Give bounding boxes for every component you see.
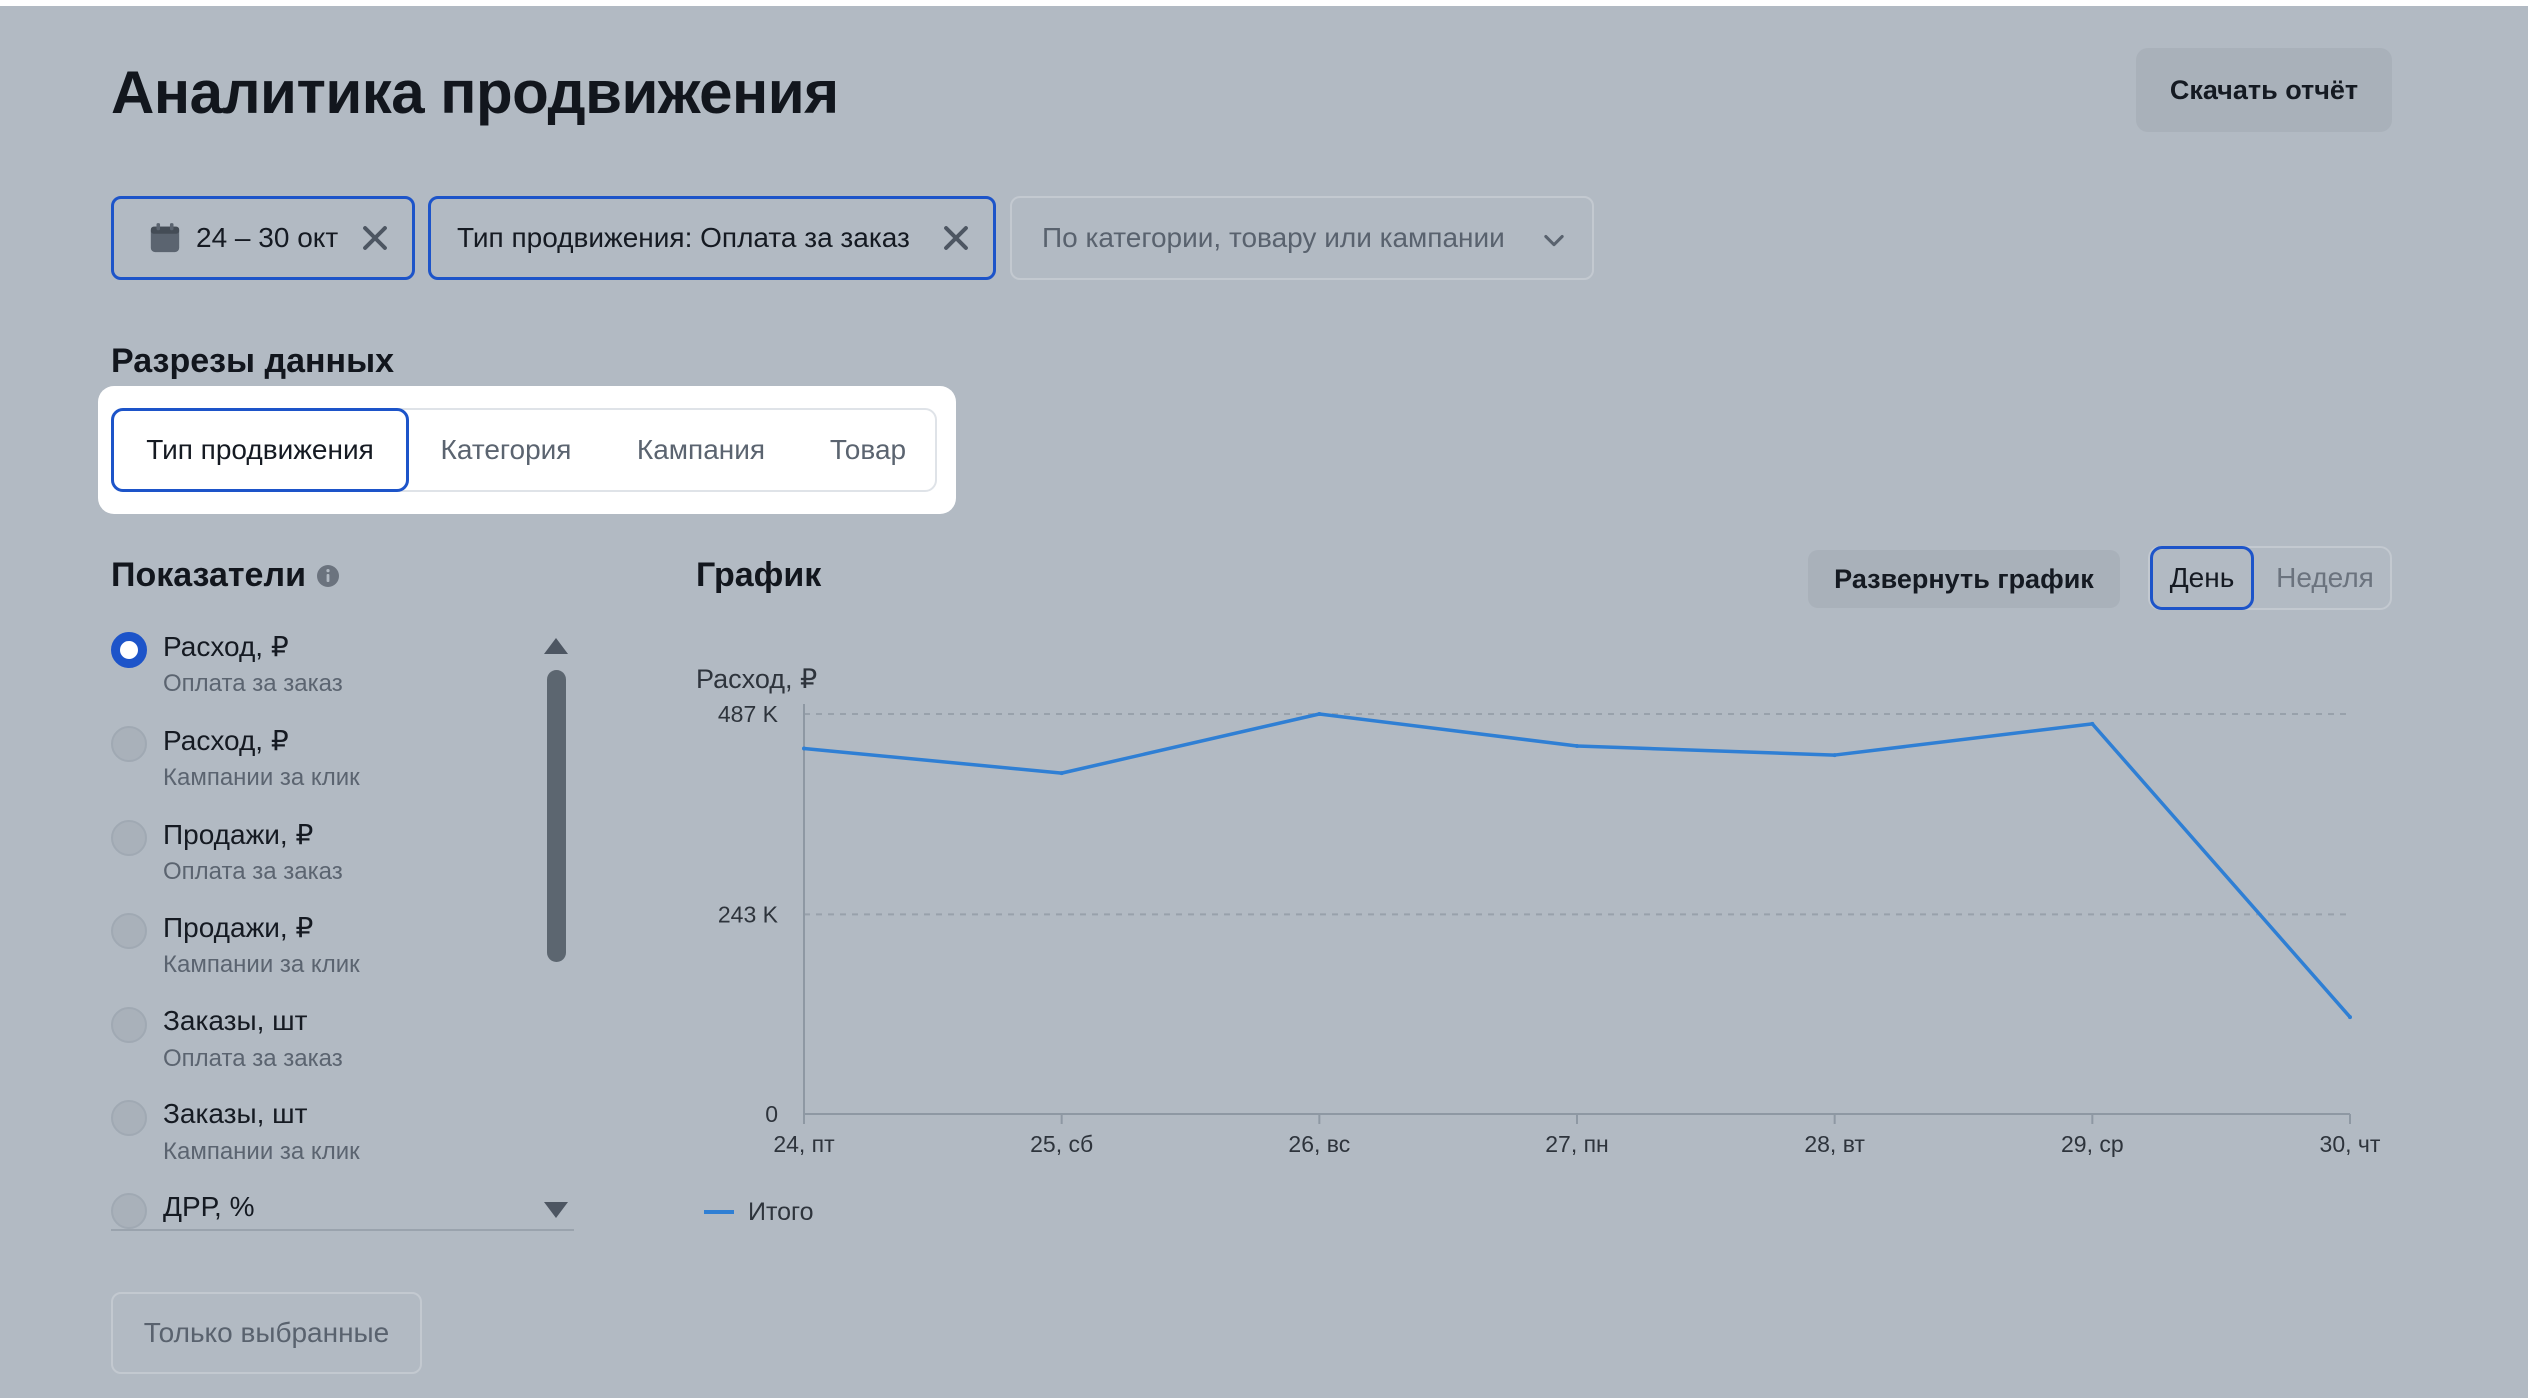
- period-toggle: День Неделя: [2148, 546, 2392, 610]
- radio-button[interactable]: [111, 1100, 147, 1136]
- radio-button[interactable]: [111, 726, 147, 762]
- calendar-icon: [150, 223, 180, 253]
- metric-name: Продажи, ₽: [163, 912, 314, 943]
- chart-title: График: [696, 556, 822, 594]
- radio-button[interactable]: [111, 632, 147, 668]
- y-axis-title: Расход, ₽: [696, 664, 817, 694]
- page-title: Аналитика продвижения: [111, 59, 839, 126]
- promotion-type-filter-label: Тип продвижения: Оплата за заказ: [457, 222, 910, 253]
- metric-name: Расход, ₽: [163, 631, 289, 662]
- expand-chart-button[interactable]: Развернуть график: [1808, 550, 2120, 608]
- x-tick-label: 27, пн: [1545, 1131, 1609, 1157]
- scroll-down-arrow-icon[interactable]: [542, 1200, 570, 1220]
- y-tick-label: 0: [765, 1101, 778, 1127]
- date-filter-label: 24 – 30 окт: [196, 222, 339, 253]
- x-tick-label: 24, пт: [773, 1131, 835, 1157]
- info-icon[interactable]: [316, 564, 340, 588]
- date-filter-chip[interactable]: 24 – 30 окт: [111, 196, 415, 280]
- top-edge: [0, 0, 2528, 6]
- x-tick-label: 28, вт: [1804, 1131, 1865, 1157]
- metric-name: ДРР, %: [163, 1191, 255, 1222]
- metrics-title-label: Показатели: [111, 556, 306, 594]
- data-slices-tabs: Тип продвижения Категория Кампания Товар: [111, 408, 937, 492]
- close-icon[interactable]: [358, 221, 392, 255]
- metric-name: Заказы, шт: [163, 1098, 308, 1129]
- metric-name: Расход, ₽: [163, 725, 289, 756]
- tab-product[interactable]: Товар: [799, 410, 937, 490]
- y-tick-label: 487 K: [718, 701, 779, 727]
- metric-subtitle: Оплата за заказ: [163, 1045, 343, 1072]
- select-placeholder: По категории, товару или кампании: [1042, 222, 1505, 253]
- data-slices-title: Разрезы данных: [111, 342, 395, 380]
- data-point: [1059, 771, 1064, 776]
- metric-subtitle: Оплата за заказ: [163, 858, 343, 885]
- radio-button[interactable]: [111, 820, 147, 856]
- data-point: [1317, 712, 1322, 716]
- chevron-down-icon: [1544, 234, 1564, 247]
- data-slices-tabs-panel: Тип продвижения Категория Кампания Товар: [98, 386, 956, 514]
- metric-subtitle: Кампании за клик: [163, 764, 360, 791]
- x-tick-label: 29, ср: [2061, 1131, 2124, 1157]
- data-point: [1832, 753, 1837, 758]
- download-report-button[interactable]: Скачать отчёт: [2136, 48, 2392, 132]
- series-line: [803, 712, 2352, 1019]
- x-tick-label: 30, чт: [2320, 1131, 2381, 1157]
- metric-subtitle: Кампании за клик: [163, 951, 360, 978]
- metrics-list-bottom-border: [111, 1229, 574, 1231]
- period-week-option[interactable]: Неделя: [2260, 548, 2390, 608]
- data-point: [2090, 721, 2095, 726]
- data-point: [1575, 744, 1579, 749]
- close-icon[interactable]: [939, 221, 973, 255]
- period-day-option[interactable]: День: [2150, 546, 2254, 610]
- tab-category[interactable]: Категория: [409, 410, 603, 490]
- data-point: [2348, 1015, 2352, 1020]
- metric-name: Заказы, шт: [163, 1005, 308, 1036]
- metrics-title: Показатели: [111, 556, 340, 595]
- scroll-up-arrow-icon[interactable]: [542, 636, 570, 656]
- radio-button[interactable]: [111, 1193, 147, 1229]
- metric-subtitle: Кампании за клик: [163, 1138, 360, 1165]
- category-product-campaign-select[interactable]: По категории, товару или кампании: [1010, 196, 1594, 280]
- x-tick-label: 25, сб: [1030, 1131, 1093, 1157]
- metric-name: Продажи, ₽: [163, 819, 314, 850]
- tab-promotion-type[interactable]: Тип продвижения: [111, 408, 409, 492]
- x-tick-label: 26, вс: [1288, 1131, 1350, 1157]
- promotion-type-filter-chip[interactable]: Тип продвижения: Оплата за заказ: [428, 196, 996, 280]
- radio-button[interactable]: [111, 1007, 147, 1043]
- legend-label: Итого: [748, 1198, 814, 1226]
- line-chart: Расход, ₽ 0 243 K 487 K 24, пт 25, сб 26, вс 27…: [696, 664, 2381, 1226]
- metric-subtitle: Оплата за заказ: [163, 670, 343, 697]
- data-point: [802, 746, 806, 751]
- radio-button[interactable]: [111, 913, 147, 949]
- y-tick-label: 243 K: [718, 901, 779, 927]
- only-selected-button[interactable]: Только выбранные: [111, 1292, 422, 1374]
- scrollbar-thumb[interactable]: [547, 670, 566, 962]
- tab-campaign[interactable]: Кампания: [603, 410, 799, 490]
